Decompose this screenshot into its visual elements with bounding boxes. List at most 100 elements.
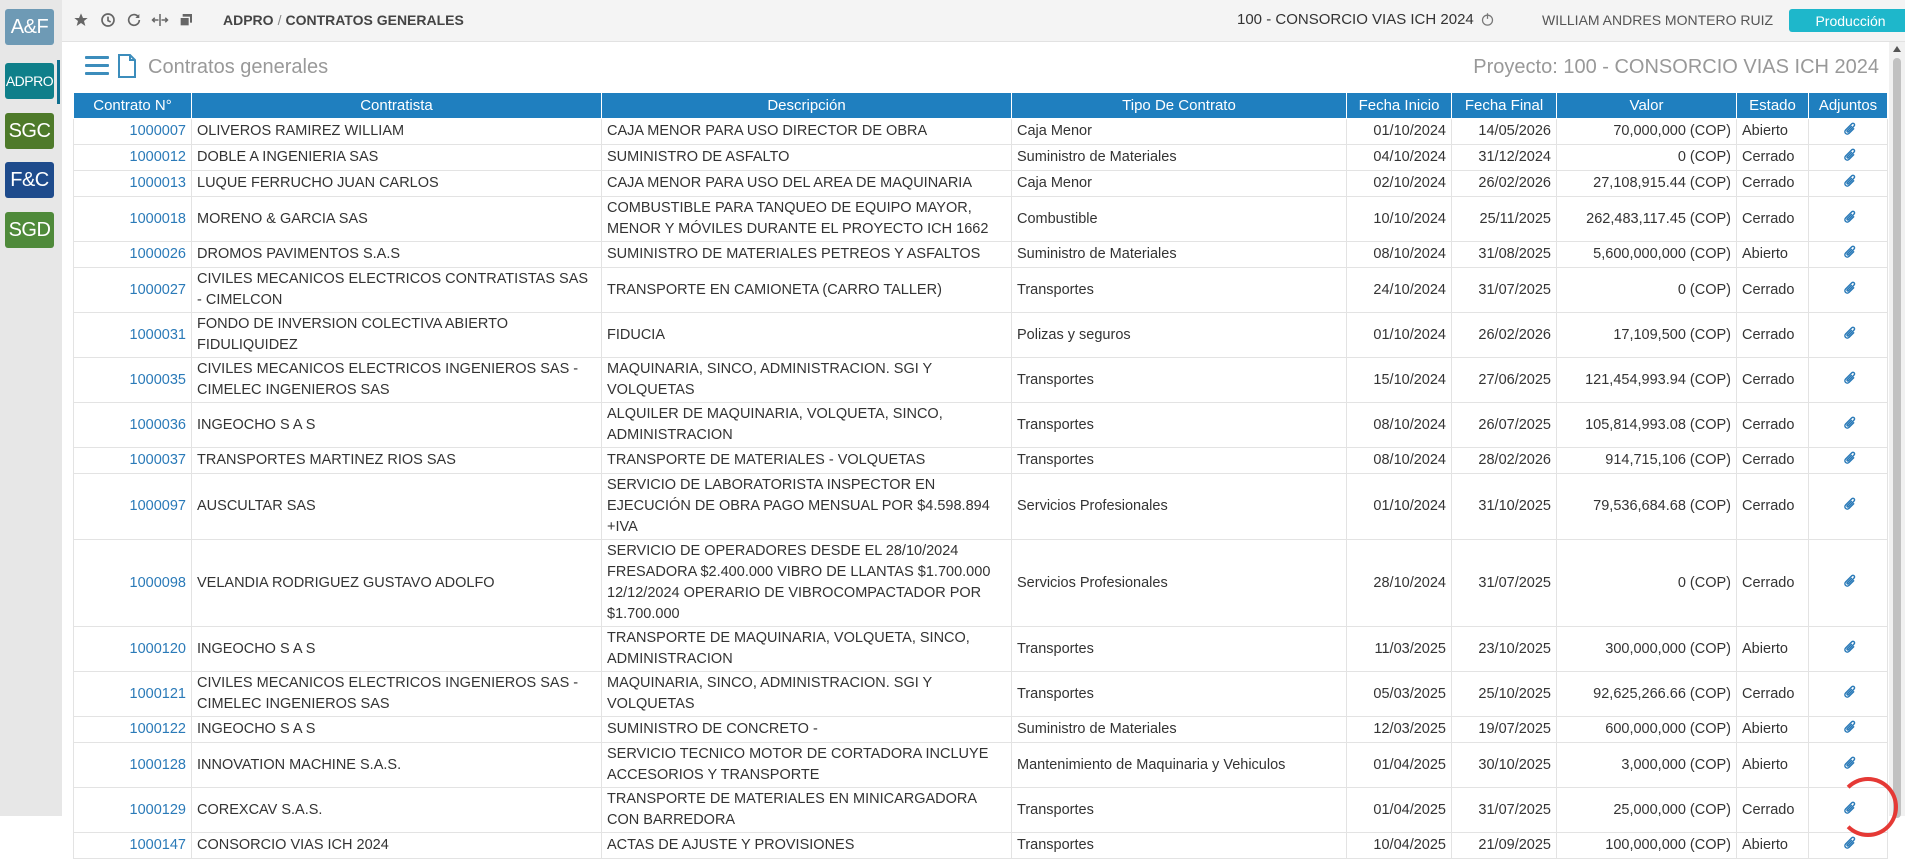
contract-number-link[interactable]: 1000097 [73, 473, 192, 540]
contract-number-link[interactable]: 1000018 [73, 196, 192, 242]
app-button-sgd[interactable]: SGD [5, 212, 54, 248]
status-cell: Cerrado [1736, 402, 1809, 448]
breadcrumb-module[interactable]: ADPRO [223, 12, 274, 28]
contract-number-link[interactable]: 1000013 [73, 170, 192, 197]
table-row[interactable]: 1000035 CIVILES MECANICOS ELECTRICOS INGE… [73, 357, 1888, 403]
paperclip-icon[interactable] [1835, 322, 1860, 347]
attachments-cell [1808, 447, 1888, 474]
contract-number-link[interactable]: 1000012 [73, 144, 192, 171]
description-cell: MAQUINARIA, SINCO, ADMINISTRACION. SGI Y… [601, 671, 1012, 717]
contractor-cell: CONSORCIO VIAS ICH 2024 [191, 832, 602, 859]
app-button-adpro[interactable]: ADPRO [5, 63, 54, 99]
contract-number-link[interactable]: 1000035 [73, 357, 192, 403]
column-header[interactable]: Fecha Final [1451, 92, 1557, 119]
value-cell: 100,000,000 (COP) [1556, 832, 1737, 859]
paperclip-icon[interactable] [1835, 447, 1860, 472]
table-row[interactable]: 1000012 DOBLE A INGENIERIA SAS SUMINISTRO … [73, 144, 1888, 171]
table-row[interactable]: 1000013 LUQUE FERRUCHO JUAN CARLOS CAJA ME… [73, 170, 1888, 197]
paperclip-icon[interactable] [1835, 206, 1860, 231]
paperclip-icon[interactable] [1835, 636, 1860, 661]
contract-number-link[interactable]: 1000098 [73, 539, 192, 627]
user-name[interactable]: WILLIAM ANDRES MONTERO RUIZ [1542, 12, 1773, 28]
table-row[interactable]: 1000122 INGEOCHO S A S SUMINISTRO DE CONCR… [73, 716, 1888, 743]
contract-number-link[interactable]: 1000122 [73, 716, 192, 743]
table-row[interactable]: 1000027 CIVILES MECANICOS ELECTRICOS CONT… [73, 267, 1888, 313]
column-header[interactable]: Estado [1736, 92, 1809, 119]
table-row[interactable]: 1000129 COREXCAV S.A.S. TRANSPORTE DE MATE… [73, 787, 1888, 833]
paperclip-icon[interactable] [1835, 241, 1860, 266]
column-header[interactable]: Fecha Inicio [1346, 92, 1452, 119]
table-row[interactable]: 1000147 CONSORCIO VIAS ICH 2024 ACTAS DE A… [73, 832, 1888, 859]
paperclip-icon[interactable] [1835, 144, 1860, 169]
table-row[interactable]: 1000036 INGEOCHO S A S ALQUILER DE MAQUINA… [73, 402, 1888, 448]
attachments-cell [1808, 196, 1888, 242]
paperclip-icon[interactable] [1835, 277, 1860, 302]
contract-number-link[interactable]: 1000031 [73, 312, 192, 358]
table-row[interactable]: 1000031 FONDO DE INVERSION COLECTIVA ABIE… [73, 312, 1888, 358]
power-icon[interactable] [1480, 12, 1495, 27]
value-cell: 27,108,915.44 (COP) [1556, 170, 1737, 197]
vertical-scrollbar[interactable] [1889, 42, 1905, 818]
contract-type-cell: Caja Menor [1011, 118, 1347, 145]
app-button-fc[interactable]: F&C [5, 162, 54, 198]
paperclip-icon[interactable] [1835, 716, 1860, 741]
column-header[interactable]: Descripción [601, 92, 1012, 119]
paperclip-icon[interactable] [1835, 170, 1860, 195]
table-row[interactable]: 1000098 VELANDIA RODRIGUEZ GUSTAVO ADOLFO… [73, 539, 1888, 627]
contract-number-link[interactable]: 1000007 [73, 118, 192, 145]
contract-type-cell: Mantenimiento de Maquinaria y Vehiculos [1011, 742, 1347, 788]
column-header[interactable]: Contrato N° [73, 92, 192, 119]
contract-number-link[interactable]: 1000037 [73, 447, 192, 474]
contract-number-link[interactable]: 1000147 [73, 832, 192, 859]
history-icon[interactable] [97, 9, 119, 31]
table-row[interactable]: 1000026 DROMOS PAVIMENTOS S.A.S SUMINISTRO… [73, 241, 1888, 268]
star-icon[interactable] [70, 9, 92, 31]
contract-number-link[interactable]: 1000120 [73, 626, 192, 672]
table-row[interactable]: 1000128 INNOVATION MACHINE S.A.S. SERVICIO… [73, 742, 1888, 788]
table-row[interactable]: 1000120 INGEOCHO S A S TRANSPORTE DE MAQUI… [73, 626, 1888, 672]
table-row[interactable]: 1000018 MORENO & GARCIA SAS COMBUSTIBLE PA… [73, 196, 1888, 242]
status-cell: Abierto [1736, 742, 1809, 788]
contract-number-link[interactable]: 1000128 [73, 742, 192, 788]
paperclip-icon[interactable] [1835, 367, 1860, 392]
end-date-cell: 31/07/2025 [1451, 539, 1557, 627]
paperclip-icon[interactable] [1835, 681, 1860, 706]
table-row[interactable]: 1000007 OLIVEROS RAMIREZ WILLIAM CAJA MENO… [73, 118, 1888, 145]
end-date-cell: 31/07/2025 [1451, 267, 1557, 313]
table-row[interactable]: 1000097 AUSCULTAR SAS SERVICIO DE LABORATO… [73, 473, 1888, 540]
scroll-up-arrow[interactable] [1893, 46, 1901, 52]
contract-number-link[interactable]: 1000026 [73, 241, 192, 268]
contract-number-link[interactable]: 1000036 [73, 402, 192, 448]
status-cell: Abierto [1736, 832, 1809, 859]
column-header[interactable]: Tipo De Contrato [1011, 92, 1347, 119]
column-header[interactable]: Contratista [191, 92, 602, 119]
scroll-thumb[interactable] [1893, 58, 1901, 818]
table-row[interactable]: 1000037 TRANSPORTES MARTINEZ RIOS SAS TRAN… [73, 447, 1888, 474]
app-button-af[interactable]: A&F [5, 9, 54, 45]
paperclip-icon[interactable] [1835, 118, 1860, 143]
column-header[interactable]: Adjuntos [1808, 92, 1888, 119]
column-header[interactable]: Valor [1556, 92, 1737, 119]
contract-type-cell: Transportes [1011, 787, 1347, 833]
app-button-sgc[interactable]: SGC [5, 113, 54, 149]
paperclip-icon[interactable] [1835, 570, 1860, 595]
split-icon[interactable] [149, 9, 171, 31]
status-cell: Cerrado [1736, 447, 1809, 474]
paperclip-icon[interactable] [1835, 412, 1860, 437]
paperclip-icon[interactable] [1835, 832, 1860, 857]
window-icon[interactable] [175, 9, 197, 31]
description-cell: CAJA MENOR PARA USO DIRECTOR DE OBRA [601, 118, 1012, 145]
menu-icon[interactable] [85, 56, 109, 76]
breadcrumb-page: CONTRATOS GENERALES [285, 12, 464, 28]
refresh-icon[interactable] [123, 9, 145, 31]
contract-number-link[interactable]: 1000121 [73, 671, 192, 717]
start-date-cell: 24/10/2024 [1346, 267, 1452, 313]
status-cell: Cerrado [1736, 267, 1809, 313]
paperclip-icon[interactable] [1835, 493, 1860, 518]
project-selector[interactable]: 100 - CONSORCIO VIAS ICH 2024 [1237, 11, 1495, 28]
table-row[interactable]: 1000121 CIVILES MECANICOS ELECTRICOS INGE… [73, 671, 1888, 717]
description-cell: CAJA MENOR PARA USO DEL AREA DE MAQUINAR… [601, 170, 1012, 197]
paperclip-icon[interactable] [1835, 752, 1860, 777]
contract-number-link[interactable]: 1000027 [73, 267, 192, 313]
contract-number-link[interactable]: 1000129 [73, 787, 192, 833]
